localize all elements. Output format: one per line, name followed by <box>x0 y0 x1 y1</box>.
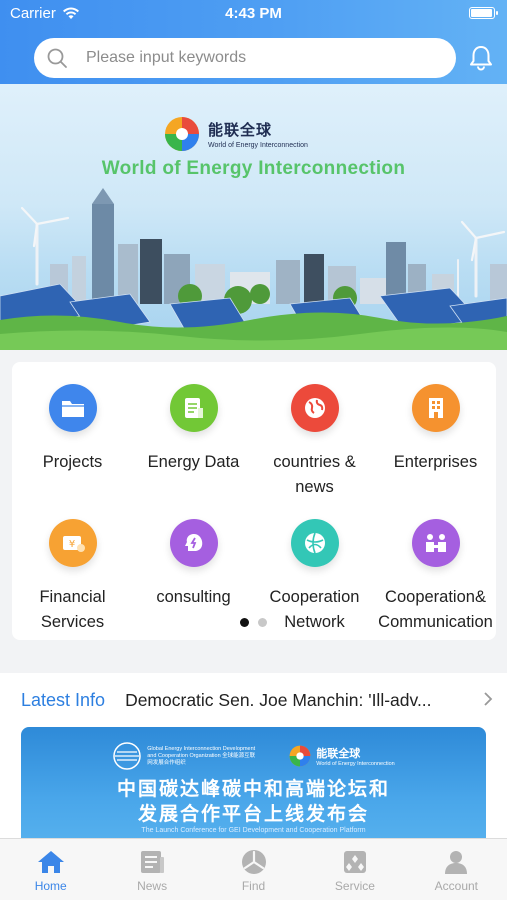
tab-label: Find <box>241 879 266 893</box>
tab-news[interactable]: News <box>101 839 202 900</box>
gei-logo-icon <box>165 117 199 151</box>
banner[interactable]: 能联全球 World of Energy Interconnection Wor… <box>0 84 507 350</box>
clock: 4:43 PM <box>225 5 282 22</box>
gei-logo-small-icon <box>289 745 311 767</box>
category-label: consulting <box>156 588 231 606</box>
news-card-subtitle: The Launch Conference for GEI Developmen… <box>141 827 366 834</box>
page-dot-2[interactable] <box>258 618 267 627</box>
banner-logo-en: World of Energy Interconnection <box>208 142 308 149</box>
header: Carrier 4:43 PM <box>0 0 507 84</box>
tab-label: News <box>137 879 168 893</box>
page-dot-1[interactable] <box>240 618 249 627</box>
search-input[interactable] <box>86 49 416 67</box>
home-icon <box>37 851 64 873</box>
news-gei-logo: 能联全球 World of Energy Interconnection <box>289 745 395 768</box>
status-bar: Carrier 4:43 PM <box>0 0 507 28</box>
search-bar[interactable] <box>34 38 456 78</box>
category-grid: Projects Energy Data countries & news En… <box>12 362 496 640</box>
news-org-text: Global Energy Interconnection Developmen… <box>147 745 256 766</box>
network-icon <box>290 519 339 567</box>
city-skyline <box>50 188 507 304</box>
category-label: Cooperation& Communication <box>378 588 493 631</box>
tab-service[interactable]: Service <box>304 839 405 900</box>
tab-account[interactable]: Account <box>406 839 507 900</box>
news-gei-en: World of Energy Interconnection <box>316 760 395 767</box>
money-icon: ¥ <box>48 519 97 567</box>
app-root: Carrier 4:43 PM Please input keywords 能联… <box>0 0 507 900</box>
category-projects[interactable]: Projects <box>12 384 133 475</box>
category-label: Projects <box>42 453 103 471</box>
chevron-right-icon[interactable] <box>483 691 493 707</box>
globe-icon <box>290 384 339 432</box>
category-energy-data[interactable]: Energy Data <box>133 384 254 475</box>
svg-text:¥: ¥ <box>68 539 74 550</box>
tab-bar: Home News Find Service Account <box>0 838 507 900</box>
category-label: Energy Data <box>147 453 240 471</box>
brain-icon <box>169 519 218 567</box>
latest-info-headline[interactable]: Democratic Sen. Joe Manchin: 'Ill-adv... <box>125 690 465 711</box>
bell-icon[interactable] <box>467 44 495 72</box>
building-icon <box>411 384 460 432</box>
category-label: countries & news <box>273 453 356 496</box>
category-label: Cooperation Network <box>269 588 360 631</box>
category-consulting[interactable]: consulting <box>133 519 254 610</box>
category-label: Financial Services <box>39 588 106 631</box>
news-gei-text: 能联全球 World of Energy Interconnection <box>316 745 394 768</box>
category-enterprises[interactable]: Enterprises <box>375 384 496 475</box>
banner-logo: 能联全球 World of Energy Interconnection <box>164 116 308 152</box>
find-icon <box>241 850 266 874</box>
news-org-logo: Global Energy Interconnection Developmen… <box>112 741 259 771</box>
news-card-title-line2: 发展合作平台上线发布会 <box>137 804 369 825</box>
banner-logo-cn: 能联全球 <box>208 122 273 139</box>
news-card-logos: Global Energy Interconnection Developmen… <box>21 741 486 771</box>
tab-label: Home <box>34 879 67 893</box>
tab-label: Account <box>434 879 478 893</box>
news-icon <box>141 851 165 873</box>
tab-home[interactable]: Home <box>0 839 101 900</box>
communication-icon <box>411 519 460 567</box>
category-label: Enterprises <box>393 453 478 471</box>
search-icon <box>47 48 67 68</box>
document-icon <box>169 384 218 432</box>
latest-info-label: Latest Info <box>21 689 106 710</box>
category-cooperation-network[interactable]: Cooperation Network <box>254 519 375 635</box>
battery-icon <box>469 7 498 19</box>
battery-level <box>471 9 492 17</box>
news-gei-cn: 能联全球 <box>316 747 361 760</box>
banner-logo-text: 能联全球 World of Energy Interconnection <box>208 119 308 149</box>
latest-info-section: Latest Info Democratic Sen. Joe Manchin:… <box>0 673 507 857</box>
service-icon <box>343 851 366 873</box>
banner-illustration <box>0 188 507 350</box>
tab-find[interactable]: Find <box>203 839 304 900</box>
banner-title: World of Energy Interconnection <box>101 158 406 179</box>
folder-icon <box>48 384 97 432</box>
geidco-logo-icon <box>113 742 141 770</box>
account-icon <box>445 851 468 874</box>
category-financial-services[interactable]: ¥ Financial Services <box>12 519 133 635</box>
tab-label: Service <box>334 879 375 893</box>
latest-info-ticker[interactable]: Latest Info Democratic Sen. Joe Manchin:… <box>0 673 507 727</box>
category-countries-news[interactable]: countries & news <box>254 384 375 500</box>
page-indicator[interactable] <box>240 618 267 627</box>
news-card-title-line1: 中国碳达峰碳中和高端论坛和 <box>116 779 390 800</box>
category-cooperation-communication[interactable]: Cooperation& Communication <box>375 519 496 635</box>
